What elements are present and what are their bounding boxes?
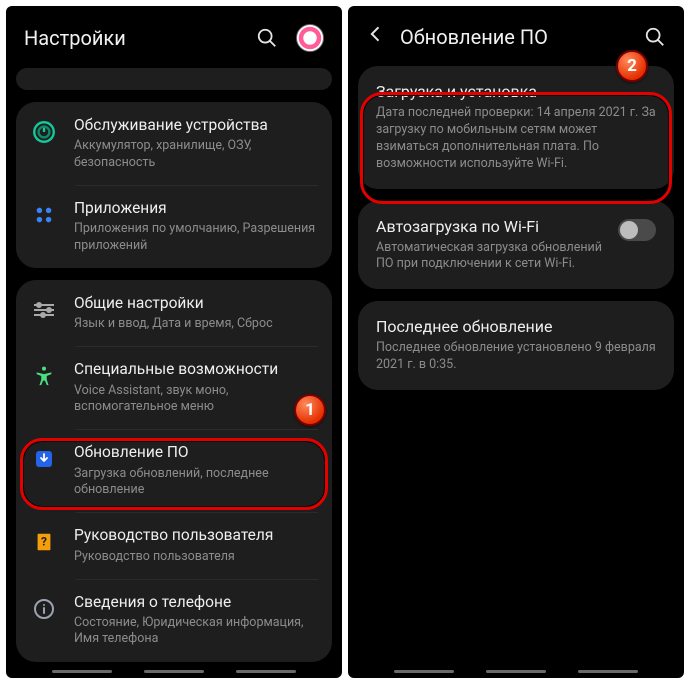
row-sub: Voice Assistant, звук моно, вспомогатель… [74,383,316,416]
nav-bar [348,668,684,678]
wifi-autoload-toggle[interactable] [618,219,656,241]
appbar-actions [644,26,666,48]
row-text: Сведения о телефоне Состояние, Юридическ… [74,593,316,648]
row-title: Обновление ПО [74,443,316,462]
sliders-icon [30,296,58,324]
info-icon [30,595,58,623]
item-title: Загрузка и установка [376,82,656,101]
item-auto-wifi[interactable]: Автозагрузка по Wi-Fi Автоматическая заг… [358,201,674,290]
page-title: Обновление ПО [400,25,630,49]
item-title: Последнее обновление [376,317,656,336]
row-text: Общие настройки Язык и ввод, Дата и врем… [74,294,316,333]
item-download-install[interactable]: Загрузка и установка Дата последней пров… [358,66,674,189]
software-update-screen: Обновление ПО Загрузка и установка Дата … [348,6,684,678]
software-update-icon [30,445,58,473]
accessibility-icon [30,362,58,390]
settings-screen: Настройки Обслуживание устройства Аккуму… [6,6,342,678]
row-text: Специальные возможности Voice Assistant,… [74,360,316,415]
appbar-actions [256,24,324,52]
annotation-badge-2: 2 [616,50,648,82]
row-general[interactable]: Общие настройки Язык и ввод, Дата и врем… [16,280,332,347]
svg-text:?: ? [41,535,47,549]
row-sub: Руководство пользователя [74,549,316,565]
row-software-update[interactable]: Обновление ПО Загрузка обновлений, после… [16,429,332,512]
item-title: Автозагрузка по Wi-Fi [376,217,604,236]
row-title: Руководство пользователя [74,526,316,545]
search-icon[interactable] [256,27,278,49]
nav-bar [6,668,342,678]
row-title: Специальные возможности [74,360,316,379]
item-sub: Дата последней проверки: 14 апреля 2021 … [376,105,656,173]
row-sub: Приложения по умолчанию, Разрешения прил… [74,221,316,254]
row-accessibility[interactable]: Специальные возможности Voice Assistant,… [16,346,332,429]
back-button[interactable] [366,24,386,50]
apps-icon [30,201,58,229]
row-user-manual[interactable]: ? Руководство пользователя Руководство п… [16,512,332,579]
row-title: Сведения о телефоне [74,593,316,612]
item-sub: Автоматическая загрузка обновлений ПО пр… [376,240,604,274]
row-apps[interactable]: Приложения Приложения по умолчанию, Разр… [16,185,332,268]
row-sub: Язык и ввод, Дата и время, Сброс [74,316,316,332]
item-sub: Последнее обновление установлено 9 февра… [376,340,656,374]
row-sub: Аккумулятор, хранилище, ОЗУ, безопасност… [74,138,316,171]
settings-list: Обслуживание устройства Аккумулятор, хра… [6,68,342,668]
row-title: Общие настройки [74,294,316,313]
row-title: Обслуживание устройства [74,116,316,135]
annotation-badge-1: 1 [294,394,326,426]
settings-group: Обслуживание устройства Аккумулятор, хра… [16,102,332,268]
row-device-care[interactable]: Обслуживание устройства Аккумулятор, хра… [16,102,332,185]
row-title: Приложения [74,199,316,218]
account-avatar[interactable] [296,24,324,52]
row-text: Обновление ПО Загрузка обновлений, после… [74,443,316,498]
appbar: Настройки [6,6,342,68]
page-title: Настройки [24,26,242,50]
collapsed-card[interactable] [16,68,332,90]
row-text: Приложения Приложения по умолчанию, Разр… [74,199,316,254]
settings-group: Общие настройки Язык и ввод, Дата и врем… [16,280,332,662]
row-about-phone[interactable]: Сведения о телефоне Состояние, Юридическ… [16,579,332,662]
user-manual-icon: ? [30,528,58,556]
update-list: Загрузка и установка Дата последней пров… [348,66,684,668]
item-last-update[interactable]: Последнее обновление Последнее обновлени… [358,301,674,390]
row-text: Обслуживание устройства Аккумулятор, хра… [74,116,316,171]
row-sub: Загрузка обновлений, последнее обновлени… [74,466,316,499]
device-care-icon [30,118,58,146]
search-icon[interactable] [644,26,666,48]
row-text: Руководство пользователя Руководство пол… [74,526,316,565]
row-sub: Состояние, Юридическая информация, Имя т… [74,615,316,648]
